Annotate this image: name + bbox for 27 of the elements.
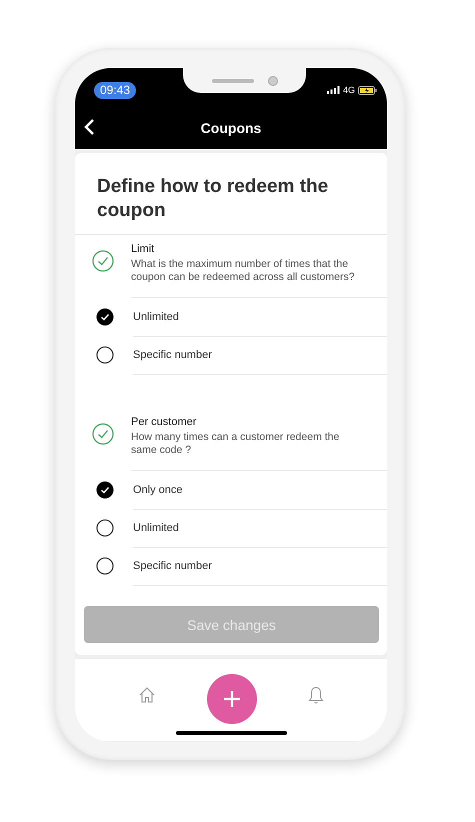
checked-radio[interactable] [96, 481, 114, 499]
option-label: Unlimited [133, 522, 179, 534]
option-label: Only once [133, 484, 183, 496]
back-icon[interactable] [83, 118, 95, 136]
plus-icon [222, 689, 242, 709]
radio-button[interactable] [96, 346, 114, 364]
section-title: Per customer [131, 416, 198, 428]
section-title: Limit [131, 243, 156, 255]
section-description: What is the maximum number of times that the coupon can be redeemed across all customers? [131, 258, 356, 284]
option-label: Unlimited [133, 310, 179, 322]
network-label: 4G [342, 85, 355, 95]
radio-button[interactable] [96, 557, 114, 575]
section-description: How many times can a customer redeem the same code ? [131, 431, 340, 457]
battery-icon [358, 86, 377, 94]
speaker-grille [212, 78, 254, 82]
home-icon[interactable] [138, 686, 156, 704]
bell-icon[interactable] [308, 686, 324, 704]
option-label: Specific number [133, 560, 212, 572]
radio-button[interactable] [96, 519, 114, 537]
add-button[interactable] [207, 674, 257, 724]
camera-lens [268, 76, 278, 86]
screen-title: Coupons [200, 120, 262, 136]
page-title: Define how to redeem the coupon [75, 153, 387, 235]
checked-radio[interactable] [96, 308, 114, 326]
option-label: Specific number [133, 348, 212, 360]
signal-icon [326, 86, 340, 94]
status-time: 09:43 [94, 82, 136, 98]
